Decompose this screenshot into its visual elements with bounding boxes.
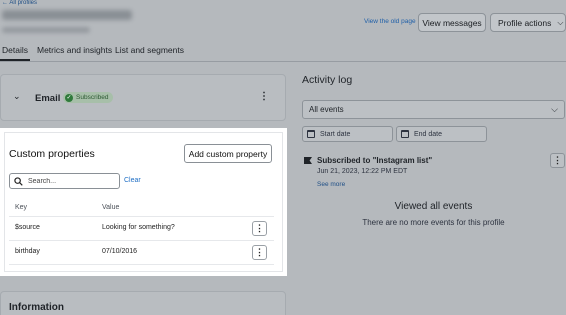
tab-list-and-segments[interactable]: List and segments: [115, 45, 184, 55]
view-messages-label: View messages: [422, 17, 482, 28]
add-custom-property-label: Add custom property: [188, 148, 268, 159]
flag-icon: [304, 157, 312, 164]
back-to-all-profiles-link[interactable]: ← All profiles: [2, 0, 37, 6]
information-title: Information: [9, 302, 64, 313]
start-date-placeholder: Start date: [320, 130, 351, 138]
row-actions-button[interactable]: ⋮: [252, 221, 267, 236]
activity-log-title: Activity log: [302, 74, 353, 86]
custom-properties-title: Custom properties: [9, 148, 95, 160]
profile-actions-button[interactable]: Profile actions ⌵: [490, 13, 566, 32]
view-messages-button[interactable]: View messages: [418, 13, 486, 32]
no-more-events-text: There are no more events for this profil…: [362, 218, 505, 227]
email-card-title: Email: [35, 93, 61, 104]
status-badge-label: Subscribed: [76, 94, 109, 101]
search-icon: [14, 176, 23, 186]
row-divider: [9, 216, 274, 217]
add-custom-property-button[interactable]: Add custom property: [184, 144, 272, 163]
view-old-page-link[interactable]: View the old page: [364, 18, 416, 25]
clear-search-link[interactable]: Clear: [124, 177, 141, 184]
status-badge: ✓ Subscribed: [63, 92, 113, 103]
end-date-field[interactable]: End date: [396, 126, 487, 142]
tabs-divider: [0, 61, 566, 62]
row-divider: [9, 264, 274, 265]
event-filter-select[interactable]: All events ⌵: [302, 100, 565, 119]
profile-email-redacted: [2, 27, 90, 33]
chevron-down-icon: ⌵: [557, 17, 564, 27]
property-value: 07/10/2016: [102, 248, 138, 255]
start-date-field[interactable]: Start date: [302, 126, 393, 142]
event-actions-button[interactable]: ⋮: [550, 153, 565, 168]
tab-details[interactable]: Details: [2, 45, 28, 55]
column-header-key: Key: [15, 204, 28, 211]
chevron-down-icon[interactable]: ⌄: [13, 91, 21, 102]
column-header-value: Value: [102, 204, 120, 211]
property-key: $source: [15, 224, 40, 231]
chevron-down-icon: ⌵: [551, 104, 558, 114]
kebab-menu-icon: ⋮: [255, 223, 264, 233]
property-key: birthday: [15, 248, 40, 255]
profile-actions-label: Profile actions: [498, 17, 552, 28]
row-actions-button[interactable]: ⋮: [252, 245, 267, 260]
kebab-menu-icon: ⋮: [255, 247, 264, 257]
event-filter-value: All events: [309, 105, 344, 114]
kebab-menu-icon: ⋮: [553, 155, 562, 165]
search-field[interactable]: [9, 173, 120, 189]
event-title: Subscribed to "Instagram list": [317, 156, 433, 165]
end-date-placeholder: End date: [414, 130, 443, 138]
search-input[interactable]: [28, 177, 108, 185]
property-value: Looking for something?: [102, 224, 175, 231]
calendar-icon: [307, 130, 315, 138]
profile-name-redacted: [2, 10, 132, 20]
event-timestamp: Jun 21, 2023, 12:22 PM EDT: [317, 168, 408, 175]
check-circle-icon: ✓: [65, 93, 73, 102]
tab-metrics-and-insights[interactable]: Metrics and insights: [37, 45, 112, 55]
row-divider: [9, 240, 274, 241]
see-more-link[interactable]: See more: [317, 181, 345, 188]
calendar-icon: [401, 130, 409, 138]
viewed-all-events-heading: Viewed all events: [394, 201, 473, 212]
kebab-menu-icon[interactable]: ⋮: [259, 91, 269, 102]
